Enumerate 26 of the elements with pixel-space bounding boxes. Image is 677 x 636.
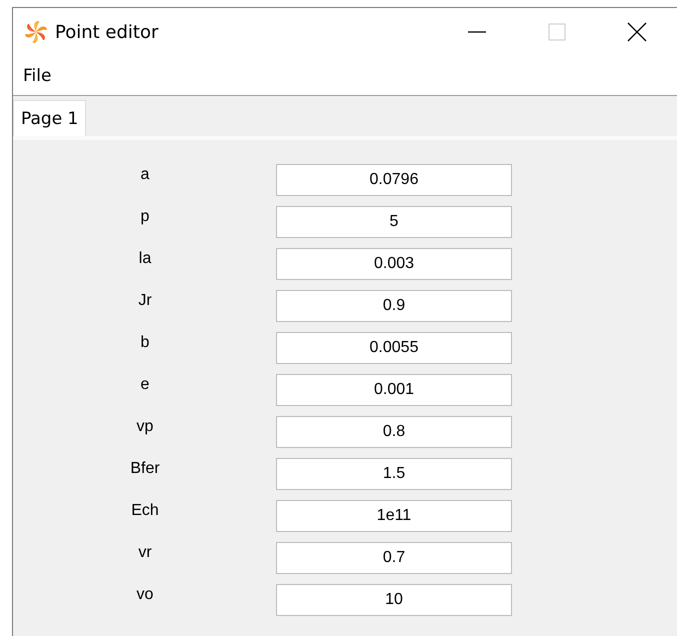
field-label: Jr — [137, 291, 153, 310]
menu-item[interactable]: File — [21, 66, 54, 86]
input-field[interactable]: 0.003 — [276, 248, 512, 280]
field-label: Bfer — [129, 459, 161, 478]
field-label: b — [140, 333, 150, 352]
input-field[interactable]: 10 — [276, 584, 512, 616]
field-label: vp — [136, 417, 154, 436]
field-label: vr — [137, 543, 153, 562]
window-title: Point editor — [55, 22, 158, 42]
input-field[interactable]: 0.9 — [276, 290, 512, 322]
pinwheel-icon — [23, 19, 49, 45]
field-label: p — [140, 207, 150, 226]
input-field[interactable]: 1e11 — [276, 500, 512, 532]
input-field[interactable]: 5 — [276, 206, 512, 238]
input-field[interactable]: 1.5 — [276, 458, 512, 490]
input-field[interactable]: 0.0055 — [276, 332, 512, 364]
input-field[interactable]: 0.0796 — [276, 164, 512, 196]
field-label: Ech — [130, 501, 160, 520]
field-label: a — [140, 165, 150, 184]
input-field[interactable]: 0.001 — [276, 374, 512, 406]
field-label: la — [138, 249, 152, 268]
field-label: vo — [136, 585, 154, 604]
tab[interactable]: Page 1 — [13, 100, 86, 136]
field-label: e — [140, 375, 150, 394]
input-field[interactable]: 0.8 — [276, 416, 512, 448]
input-field[interactable]: 0.7 — [276, 542, 512, 574]
